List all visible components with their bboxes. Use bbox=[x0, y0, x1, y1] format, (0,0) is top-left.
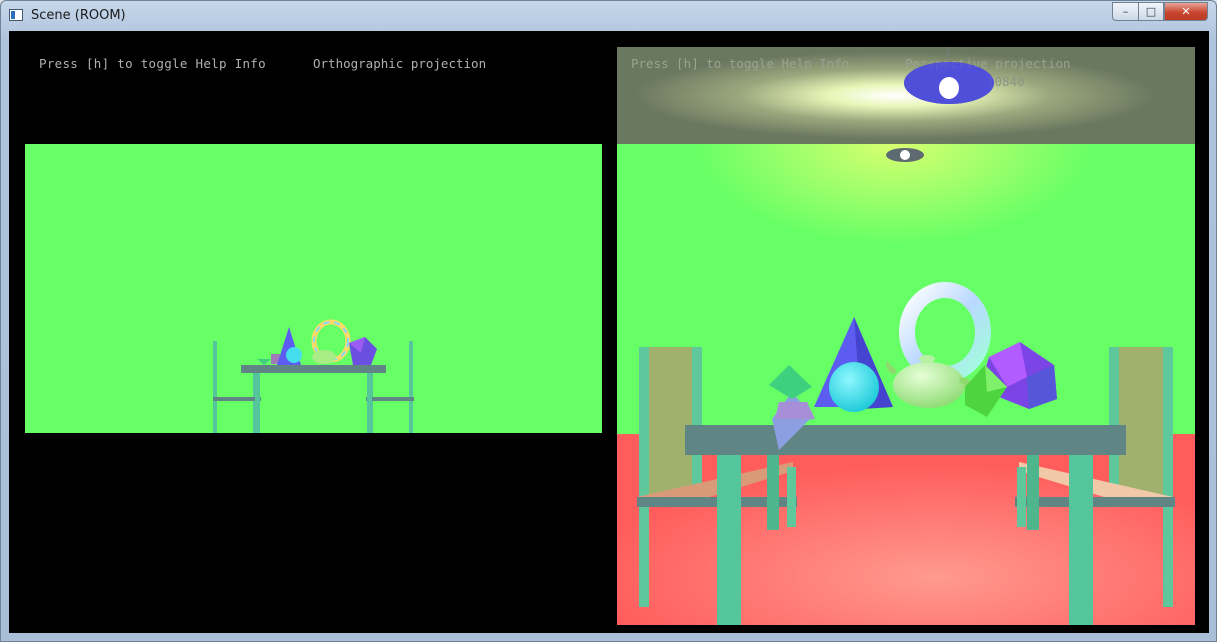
title-bar[interactable]: Scene (ROOM) – □ ✕ bbox=[1, 1, 1216, 31]
orthographic-scene: Press [h] to toggle Help Info Orthograph… bbox=[25, 56, 602, 433]
help-text: Press [h] to toggle Help Info bbox=[39, 56, 266, 71]
perspective-view[interactable]: Press [h] to toggle Help Info Perspectiv… bbox=[617, 47, 1195, 625]
caption-buttons: – □ ✕ bbox=[1112, 2, 1208, 22]
back-wall bbox=[25, 144, 602, 433]
close-button[interactable]: ✕ bbox=[1164, 2, 1208, 21]
opengl-viewport[interactable]: Press [h] to toggle Help Info Orthograph… bbox=[9, 31, 1209, 633]
floor bbox=[617, 434, 1195, 625]
window-title: Scene (ROOM) bbox=[31, 8, 126, 23]
app-window: Scene (ROOM) – □ ✕ Press [h] to toggle H… bbox=[0, 0, 1217, 642]
lamp-bulb-icon bbox=[939, 77, 959, 99]
maximize-button[interactable]: □ bbox=[1138, 2, 1164, 21]
help-text: Press [h] to toggle Help Info bbox=[631, 56, 849, 71]
projection-label: Orthographic projection bbox=[313, 56, 486, 71]
window-icon[interactable] bbox=[9, 9, 23, 21]
minimize-button[interactable]: – bbox=[1112, 2, 1138, 21]
orthographic-view[interactable]: Press [h] to toggle Help Info Orthograph… bbox=[9, 31, 609, 633]
perspective-scene: Press [h] to toggle Help Info Perspectiv… bbox=[617, 47, 1195, 625]
